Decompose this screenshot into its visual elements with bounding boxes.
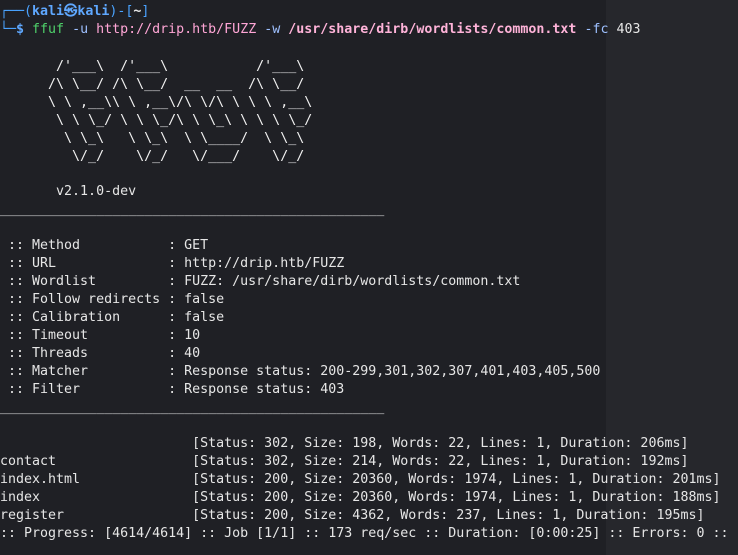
prompt-frame: ┌──( [0, 4, 33, 19]
banner-line: \ \_\ \ \_\ \ \____/ \ \_\ [0, 131, 305, 146]
config-line: :: Timeout : 10 [0, 328, 201, 343]
config-line: :: Calibration : false [0, 310, 225, 325]
prompt-frame: └─ [0, 22, 17, 37]
command-flag: -fc [576, 22, 617, 37]
prompt-line: ┌──(kali㉿kali)-[~] [0, 3, 149, 21]
progress-line: :: Progress: [4614/4614] :: Job [1/1] ::… [0, 526, 729, 541]
prompt-frame: ] [141, 4, 150, 19]
prompt-dollar: $ [16, 22, 33, 37]
result-row: [Status: 302, Size: 198, Words: 22, Line… [0, 436, 689, 451]
banner-line: /\ \__/ /\ \__/ __ __ /\ \__/ [0, 77, 305, 92]
prompt-user: kali㉿kali [32, 4, 110, 19]
config-line: :: Filter : Response status: 403 [0, 382, 345, 397]
command-flag: -u [64, 22, 97, 37]
banner-line: \ \ \_/ \ \ \_/\ \ \_\ \ \ \ \_/ [0, 113, 313, 128]
divider: ________________________________________… [0, 202, 385, 217]
prompt-frame: )-[ [109, 4, 134, 19]
result-row: contact [Status: 302, Size: 214, Words: … [0, 454, 689, 469]
result-row: index [Status: 200, Size: 20360, Words: … [0, 490, 721, 505]
terminal-window[interactable]: ┌──(kali㉿kali)-[~] └─$ ffuf -u http://dr… [0, 0, 738, 555]
banner-line: /'___\ /'___\ /'___\ [0, 59, 305, 74]
config-line: :: Wordlist : FUZZ: /usr/share/dirb/word… [0, 274, 521, 289]
banner-line: \/_/ \/_/ \/___/ \/_/ [0, 149, 305, 164]
divider: ________________________________________… [0, 400, 385, 415]
config-line: :: Method : GET [0, 238, 209, 253]
result-row: index.html [Status: 200, Size: 20360, Wo… [0, 472, 721, 487]
config-line: :: Follow redirects : false [0, 292, 225, 307]
result-row: register [Status: 200, Size: 4362, Words… [0, 508, 705, 523]
command-wordlist: /usr/share/dirb/wordlists/common.txt [288, 22, 577, 37]
version-text: v2.1.0-dev [0, 184, 137, 199]
banner-line: \ \ ,__\\ \ ,__\/\ \/\ \ \ \ ,__\ [0, 95, 313, 110]
command-name: ffuf [32, 22, 65, 37]
command-flag: -w [256, 22, 289, 37]
config-line: :: Matcher : Response status: 200-299,30… [0, 364, 601, 379]
command-line: └─$ ffuf -u http://drip.htb/FUZZ -w /usr… [0, 21, 641, 39]
command-value: 403 [616, 22, 641, 37]
config-line: :: URL : http://drip.htb/FUZZ [0, 256, 345, 271]
config-line: :: Threads : 40 [0, 346, 201, 361]
command-url: http://drip.htb/FUZZ [96, 22, 257, 37]
